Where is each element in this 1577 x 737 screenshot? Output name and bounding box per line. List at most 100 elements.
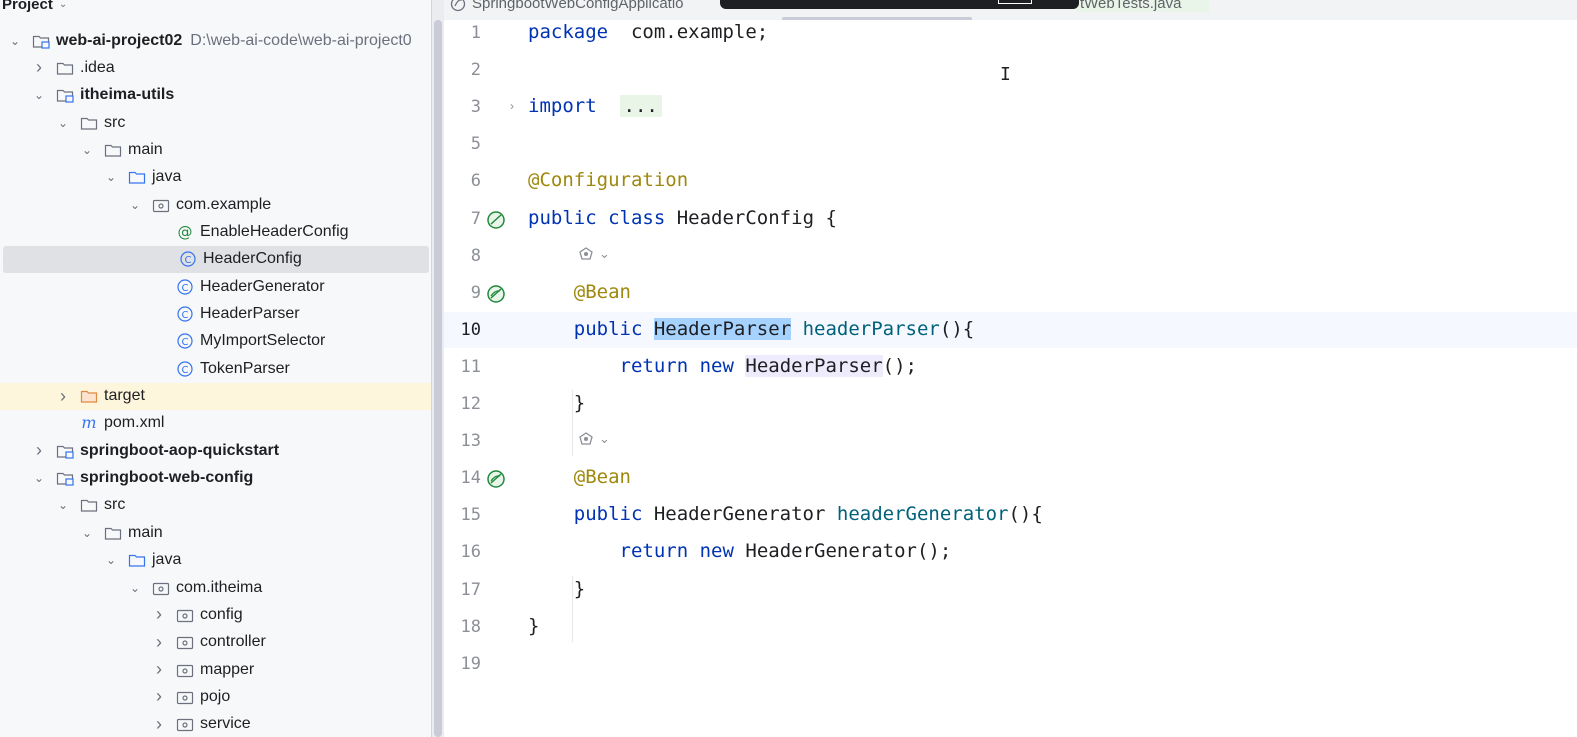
chevron-right-icon[interactable]: › — [152, 659, 166, 680]
tree-item-controller[interactable]: › controller — [0, 629, 431, 656]
chevron-down-icon[interactable]: ⌄ — [80, 143, 94, 157]
code-token: return — [619, 540, 689, 563]
code-line[interactable]: 19 — [444, 646, 1577, 682]
tree-item-label: MyImportSelector — [200, 332, 326, 350]
chevron-down-icon[interactable]: ⌄ — [56, 116, 70, 130]
spring-config-icon[interactable] — [486, 210, 506, 230]
tree-item-springboot-aop-quickstart[interactable]: › springboot-aop-quickstart — [0, 437, 431, 464]
chevron-down-icon[interactable]: ⌄ — [59, 0, 67, 10]
project-panel-header[interactable]: Project ⌄ — [2, 0, 67, 14]
tab-label: tWebTests.java — [1080, 0, 1182, 12]
tree-item-com-example[interactable]: ⌄ com.example — [0, 191, 431, 218]
chevron-right-icon[interactable]: › — [152, 686, 166, 707]
tree-item-mapper[interactable]: › mapper — [0, 656, 431, 683]
tab-springboot-web-config-application[interactable]: SpringbootWebConfigApplicatio — [450, 0, 684, 12]
tree-item-java[interactable]: ⌄ java — [0, 547, 431, 574]
bean-inlay-hint[interactable]: ⌄ — [577, 431, 610, 447]
spring-bean-icon[interactable] — [486, 284, 506, 304]
code-line[interactable]: 9 @Bean — [444, 275, 1577, 311]
code-token: package — [528, 21, 609, 43]
tab-popup-overlay — [720, 0, 1079, 9]
code-line[interactable]: 14 @Bean — [444, 460, 1577, 496]
code-line[interactable]: 15 public HeaderGenerator headerGenerato… — [444, 497, 1577, 533]
tree-item-label: config — [200, 605, 243, 623]
tree-item-java[interactable]: ⌄ java — [0, 164, 431, 191]
chevron-down-icon[interactable]: ⌄ — [104, 170, 118, 184]
code-line[interactable]: 3 › import ... — [444, 89, 1577, 125]
tree-item-config[interactable]: › config — [0, 601, 431, 628]
tree-item-label: springboot-web-config — [80, 469, 254, 487]
tree-item-com-itheima[interactable]: ⌄ com.itheima — [0, 574, 431, 601]
chevron-down-icon[interactable]: ⌄ — [104, 553, 118, 567]
project-panel-scrollbar[interactable] — [431, 0, 444, 737]
scrollbar-thumb[interactable] — [434, 20, 442, 737]
code-text: return new HeaderGenerator(); — [528, 540, 952, 563]
folder-icon — [80, 115, 98, 131]
tree-item-main[interactable]: ⌄ main — [0, 136, 431, 163]
fold-chevron-icon[interactable]: › — [510, 99, 514, 113]
code-editor[interactable]: SpringbootWebConfigApplicatio tWebTests.… — [444, 0, 1577, 737]
code-line[interactable]: 8 — [444, 238, 1577, 274]
tab-label: SpringbootWebConfigApplicatio — [472, 0, 684, 12]
code-line[interactable]: 10 public HeaderParser headerParser(){ — [444, 311, 1577, 348]
code-token: import — [528, 95, 597, 118]
spring-bean-icon[interactable] — [486, 469, 506, 489]
chevron-right-icon[interactable]: › — [152, 714, 166, 735]
tree-item-headergenerator[interactable]: C HeaderGenerator — [0, 273, 431, 300]
chevron-down-icon[interactable]: ⌄ — [80, 526, 94, 540]
tree-item-headerparser[interactable]: C HeaderParser — [0, 301, 431, 328]
tree-item-web-ai-project02[interactable]: ⌄ web-ai-project02 D:\web-ai-code\web-ai-p… — [0, 27, 431, 54]
chevron-down-icon[interactable]: ⌄ — [599, 431, 610, 447]
tree-item-src[interactable]: ⌄ src — [0, 109, 431, 136]
code-line[interactable]: 6 @Configuration — [444, 163, 1577, 199]
chevron-right-icon[interactable]: › — [32, 57, 46, 78]
code-token: return — [619, 354, 689, 377]
chevron-down-icon[interactable]: ⌄ — [32, 471, 46, 485]
code-line[interactable]: 1 package com.example; — [444, 15, 1577, 51]
tree-item-target[interactable]: › target — [0, 382, 431, 410]
tree-item-tokenparser[interactable]: C TokenParser — [0, 355, 431, 382]
tree-item--idea[interactable]: › .idea — [0, 54, 431, 81]
code-line[interactable]: 12 } — [444, 386, 1577, 422]
code-line[interactable]: 18} — [444, 609, 1577, 645]
bean-inlay-hint[interactable]: ⌄ — [577, 246, 610, 262]
spring-gear-icon — [579, 246, 593, 260]
code-token: headerGenerator — [836, 503, 1009, 526]
chevron-right-icon[interactable]: › — [56, 386, 70, 407]
tree-item-pojo[interactable]: › pojo — [0, 683, 431, 710]
tab-web-tests[interactable]: tWebTests.java — [1076, 0, 1210, 12]
code-text: } — [528, 615, 539, 637]
code-line[interactable]: 5 — [444, 126, 1577, 162]
package-icon — [176, 689, 194, 705]
tree-item-enableheaderconfig[interactable]: @ EnableHeaderConfig — [0, 218, 431, 245]
tree-item-myimportselector[interactable]: C MyImportSelector — [0, 328, 431, 355]
code-line[interactable]: 11 return new HeaderParser(); — [444, 349, 1577, 385]
chevron-down-icon[interactable]: ⌄ — [8, 34, 22, 48]
code-line[interactable]: 13 — [444, 423, 1577, 459]
tree-item-service[interactable]: › service — [0, 711, 431, 737]
tree-item-headerconfig[interactable]: C HeaderConfig — [3, 245, 429, 273]
tree-item-src[interactable]: ⌄ src — [0, 492, 431, 519]
chevron-right-icon[interactable]: › — [152, 632, 166, 653]
tree-item-label: controller — [200, 633, 266, 651]
source-folder-icon — [128, 169, 146, 185]
folder-icon — [104, 142, 122, 158]
code-line[interactable]: 7 public class HeaderConfig { — [444, 201, 1577, 237]
module-icon — [56, 470, 74, 486]
chevron-right-icon[interactable]: › — [32, 440, 46, 461]
tree-item-itheima-utils[interactable]: ⌄ itheima-utils — [0, 82, 431, 109]
tree-item-main[interactable]: ⌄ main — [0, 519, 431, 546]
chevron-right-icon[interactable]: › — [152, 604, 166, 625]
code-token: com.example; — [608, 21, 769, 43]
chevron-down-icon[interactable]: ⌄ — [56, 498, 70, 512]
code-line[interactable]: 16 return new HeaderGenerator(); — [444, 534, 1577, 570]
chevron-down-icon[interactable]: ⌄ — [128, 581, 142, 595]
chevron-down-icon[interactable]: ⌄ — [32, 88, 46, 102]
code-line[interactable]: 17 } — [444, 572, 1577, 608]
chevron-down-icon[interactable]: ⌄ — [128, 198, 142, 212]
tree-item-springboot-web-config[interactable]: ⌄ springboot-web-config — [0, 465, 431, 492]
tree-item-pom-xml[interactable]: m pom.xml — [0, 410, 431, 437]
folded-imports[interactable]: ... — [619, 95, 662, 118]
chevron-down-icon[interactable]: ⌄ — [599, 246, 610, 262]
